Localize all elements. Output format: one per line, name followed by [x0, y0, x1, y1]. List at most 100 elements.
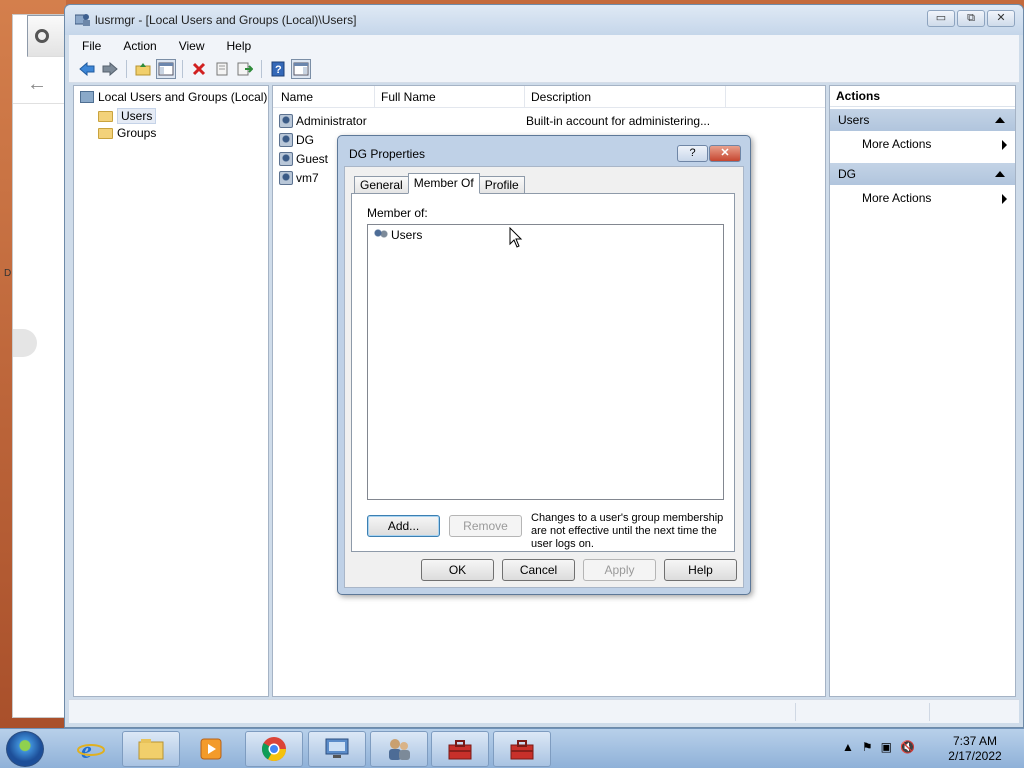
column-full-name[interactable]: Full Name [381, 90, 436, 104]
background-browser-window: ← [12, 14, 75, 718]
globe-icon [35, 29, 49, 43]
more-actions-dg[interactable]: More Actions [862, 191, 1015, 205]
member-of-label: Member of: [367, 206, 428, 220]
taskbar: e ▲ ⚑ ▣ 🔇 7:37 AM 2/17/2022 [0, 728, 1024, 768]
cancel-button[interactable]: Cancel [502, 559, 575, 581]
table-row[interactable]: Guest [279, 150, 328, 168]
file-explorer-icon[interactable] [122, 731, 180, 767]
user-description: Built-in account for administering... [526, 114, 711, 128]
actions-pane: Actions Users More Actions DG More Actio… [829, 85, 1016, 697]
dialog-help-button[interactable]: ? [677, 145, 708, 162]
tree-root[interactable]: Local Users and Groups (Local) [80, 90, 267, 104]
actions-section-users[interactable]: Users [830, 109, 1015, 131]
menu-action[interactable]: Action [110, 39, 165, 53]
table-row[interactable]: DG DG [279, 131, 394, 149]
member-of-list[interactable]: Users [367, 224, 724, 500]
user-name: DG [296, 133, 314, 147]
side-letter: D [4, 268, 12, 279]
window-title: lusrmgr - [Local Users and Groups (Local… [95, 13, 357, 27]
section-title: Users [838, 113, 870, 127]
clock[interactable]: 7:37 AM 2/17/2022 [940, 734, 1010, 764]
user-icon [279, 133, 293, 147]
network-icon[interactable]: ▣ [881, 740, 892, 754]
dialog-title: DG Properties [349, 147, 426, 161]
delete-icon[interactable] [189, 59, 209, 79]
menu-help[interactable]: Help [214, 39, 261, 53]
table-row[interactable]: vm7 [279, 169, 319, 187]
minimize-button[interactable]: ▭ [927, 10, 955, 27]
membership-note: Changes to a user's group membership are… [531, 512, 724, 550]
properties-dialog: DG Properties ? ✕ General Member Of Prof… [337, 135, 751, 595]
help-icon[interactable]: ? [268, 59, 288, 79]
media-player-icon[interactable] [182, 731, 240, 767]
chrome-icon[interactable] [245, 731, 303, 767]
user-name: Guest [296, 152, 329, 166]
apply-button[interactable]: Apply [583, 559, 656, 581]
add-button[interactable]: Add... [367, 515, 440, 537]
tab-profile[interactable]: Profile [478, 176, 525, 194]
internet-explorer-icon[interactable]: e [62, 731, 120, 767]
svg-text:?: ? [275, 64, 282, 76]
up-folder-icon[interactable] [133, 59, 153, 79]
app-icon [75, 14, 90, 26]
title-bar[interactable]: lusrmgr - [Local Users and Groups (Local… [65, 5, 1023, 35]
ok-button[interactable]: OK [421, 559, 494, 581]
restore-button[interactable]: ⧉ [957, 10, 985, 27]
tree-root-label: Local Users and Groups (Local) [98, 90, 268, 104]
table-row[interactable]: Administrator Built-in account for admin… [279, 112, 710, 130]
folder-icon [98, 127, 113, 139]
remote-desktop-icon[interactable] [308, 731, 366, 767]
menu-file[interactable]: File [69, 39, 110, 53]
dialog-close-button[interactable]: ✕ [709, 145, 741, 162]
collapse-icon[interactable] [995, 117, 1005, 123]
more-actions-users[interactable]: More Actions [862, 137, 1015, 151]
user-icon [279, 114, 293, 128]
user-name: vm7 [296, 171, 319, 185]
users-icon[interactable] [370, 731, 428, 767]
column-description[interactable]: Description [531, 90, 591, 104]
show-hide-action-pane-icon[interactable] [291, 59, 311, 79]
tab-general[interactable]: General [354, 176, 409, 194]
member-of-panel: Member of: Users Add... Remove Changes t… [351, 193, 735, 552]
toolbox-icon[interactable] [493, 731, 551, 767]
browser-side-button[interactable] [13, 329, 37, 357]
back-icon[interactable] [77, 59, 97, 79]
tree-item-groups[interactable]: Groups [98, 126, 156, 140]
submenu-arrow-icon [1002, 140, 1007, 150]
dialog-body: General Member Of Profile Member of: Use… [344, 166, 744, 588]
start-button[interactable] [6, 731, 44, 767]
section-title: DG [838, 167, 856, 181]
user-name: Administrator [296, 114, 367, 128]
folder-icon [98, 110, 113, 122]
tree-item-label: Groups [117, 126, 157, 140]
tree-item-label: Users [117, 108, 157, 124]
user-icon [279, 171, 293, 185]
collapse-icon[interactable] [995, 171, 1005, 177]
close-button[interactable]: ✕ [987, 10, 1015, 27]
submenu-arrow-icon [1002, 194, 1007, 204]
list-item[interactable]: Users [373, 228, 422, 242]
action-label: More Actions [862, 137, 932, 151]
actions-header: Actions [830, 86, 1015, 107]
action-center-flag-icon[interactable]: ⚑ [862, 740, 873, 754]
tree-item-users[interactable]: Users [98, 108, 157, 124]
show-hide-tree-icon[interactable] [156, 59, 176, 79]
tab-member-of[interactable]: Member Of [407, 173, 480, 194]
clock-date: 2/17/2022 [948, 749, 1002, 763]
forward-icon[interactable] [100, 59, 120, 79]
column-name[interactable]: Name [281, 90, 313, 104]
group-icon [373, 228, 389, 242]
properties-icon[interactable] [212, 59, 232, 79]
remove-button[interactable]: Remove [449, 515, 522, 537]
menu-view[interactable]: View [166, 39, 214, 53]
help-button[interactable]: Help [664, 559, 737, 581]
export-icon[interactable] [235, 59, 255, 79]
show-hidden-icons-icon[interactable]: ▲ [842, 740, 854, 754]
toolbar: ? [69, 56, 1019, 83]
back-arrow-icon[interactable]: ← [27, 73, 47, 96]
user-icon [279, 152, 293, 166]
volume-muted-icon[interactable]: 🔇 [900, 740, 915, 754]
toolbox-icon[interactable] [431, 731, 489, 767]
mouse-cursor-icon [509, 227, 523, 248]
actions-section-dg[interactable]: DG [830, 163, 1015, 185]
